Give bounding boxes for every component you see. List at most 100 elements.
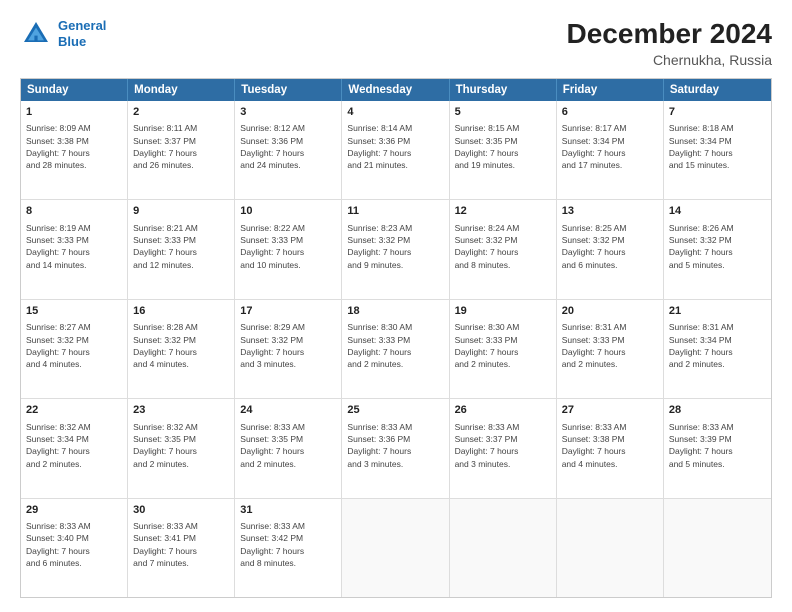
cal-day-29: 29 Sunrise: 8:33 AMSunset: 3:40 PMDayligh… (21, 499, 128, 597)
day-info: Sunrise: 8:31 AMSunset: 3:33 PMDaylight:… (562, 321, 658, 370)
day-info: Sunrise: 8:26 AMSunset: 3:32 PMDaylight:… (669, 222, 766, 271)
logo-line2: Blue (58, 34, 86, 49)
day-info: Sunrise: 8:29 AMSunset: 3:32 PMDaylight:… (240, 321, 336, 370)
cal-day-6: 6Sunrise: 8:17 AMSunset: 3:34 PMDaylight… (557, 101, 664, 199)
day-info: Sunrise: 8:32 AMSunset: 3:34 PMDaylight:… (26, 421, 122, 470)
day-info: Sunrise: 8:09 AMSunset: 3:38 PMDaylight:… (26, 122, 122, 171)
day-info: Sunrise: 8:24 AMSunset: 3:32 PMDaylight:… (455, 222, 551, 271)
day-info: Sunrise: 8:22 AMSunset: 3:33 PMDaylight:… (240, 222, 336, 271)
day-number: 27 (562, 403, 658, 418)
cal-day-5: 5 Sunrise: 8:15 AMSunset: 3:35 PMDaylight… (450, 101, 557, 199)
cal-week-4: 22 Sunrise: 8:32 AMSunset: 3:34 PMDayligh… (21, 399, 771, 498)
day-info: Sunrise: 8:33 AMSunset: 3:39 PMDaylight:… (669, 421, 766, 470)
day-info: Sunrise: 8:33 AMSunset: 3:38 PMDaylight:… (562, 421, 658, 470)
day-number: 11 (347, 204, 443, 219)
cal-day-1: 1Sunrise: 8:09 AMSunset: 3:38 PMDaylight… (21, 101, 128, 199)
day-info: Sunrise: 8:14 AMSunset: 3:36 PMDaylight:… (347, 122, 443, 171)
cal-day-empty (664, 499, 771, 597)
day-number: 15 (26, 304, 122, 319)
day-number: 12 (455, 204, 551, 219)
day-info: Sunrise: 8:11 AMSunset: 3:37 PMDaylight:… (133, 122, 229, 171)
day-number: 14 (669, 204, 766, 219)
day-number: 4 (347, 105, 443, 120)
day-info: Sunrise: 8:19 AMSunset: 3:33 PMDaylight:… (26, 222, 122, 271)
cal-day-3: 3 Sunrise: 8:12 AMSunset: 3:36 PMDaylight… (235, 101, 342, 199)
day-info: Sunrise: 8:33 AMSunset: 3:42 PMDaylight:… (240, 520, 336, 569)
cal-day-14: 14 Sunrise: 8:26 AMSunset: 3:32 PMDayligh… (664, 200, 771, 298)
day-number: 10 (240, 204, 336, 219)
cal-header-monday: Monday (128, 79, 235, 101)
cal-week-1: 1Sunrise: 8:09 AMSunset: 3:38 PMDaylight… (21, 101, 771, 200)
day-number: 30 (133, 503, 229, 518)
cal-day-12: 12 Sunrise: 8:24 AMSunset: 3:32 PMDayligh… (450, 200, 557, 298)
day-number: 18 (347, 304, 443, 319)
day-number: 5 (455, 105, 551, 120)
day-info: Sunrise: 8:27 AMSunset: 3:32 PMDaylight:… (26, 321, 122, 370)
logo: General Blue (20, 18, 106, 50)
logo-line1: General (58, 18, 106, 33)
cal-day-15: 15 Sunrise: 8:27 AMSunset: 3:32 PMDayligh… (21, 300, 128, 398)
day-info: Sunrise: 8:30 AMSunset: 3:33 PMDaylight:… (455, 321, 551, 370)
cal-day-22: 22 Sunrise: 8:32 AMSunset: 3:34 PMDayligh… (21, 399, 128, 497)
cal-week-3: 15 Sunrise: 8:27 AMSunset: 3:32 PMDayligh… (21, 300, 771, 399)
day-number: 17 (240, 304, 336, 319)
cal-day-23: 23 Sunrise: 8:32 AMSunset: 3:35 PMDayligh… (128, 399, 235, 497)
day-number: 29 (26, 503, 122, 518)
day-info: Sunrise: 8:32 AMSunset: 3:35 PMDaylight:… (133, 421, 229, 470)
day-number: 26 (455, 403, 551, 418)
cal-day-24: 24 Sunrise: 8:33 AMSunset: 3:35 PMDayligh… (235, 399, 342, 497)
day-info: Sunrise: 8:33 AMSunset: 3:37 PMDaylight:… (455, 421, 551, 470)
page: General Blue December 2024 Chernukha, Ru… (0, 0, 792, 612)
cal-header-saturday: Saturday (664, 79, 771, 101)
day-number: 23 (133, 403, 229, 418)
cal-day-7: 7Sunrise: 8:18 AMSunset: 3:34 PMDaylight… (664, 101, 771, 199)
calendar-body: 1Sunrise: 8:09 AMSunset: 3:38 PMDaylight… (21, 101, 771, 597)
day-info: Sunrise: 8:15 AMSunset: 3:35 PMDaylight:… (455, 122, 551, 171)
day-info: Sunrise: 8:28 AMSunset: 3:32 PMDaylight:… (133, 321, 229, 370)
cal-header-friday: Friday (557, 79, 664, 101)
day-number: 24 (240, 403, 336, 418)
cal-day-2: 2 Sunrise: 8:11 AMSunset: 3:37 PMDaylight… (128, 101, 235, 199)
day-number: 31 (240, 503, 336, 518)
day-info: Sunrise: 8:33 AMSunset: 3:35 PMDaylight:… (240, 421, 336, 470)
day-number: 2 (133, 105, 229, 120)
day-number: 3 (240, 105, 336, 120)
subtitle: Chernukha, Russia (567, 52, 772, 68)
cal-day-18: 18 Sunrise: 8:30 AMSunset: 3:33 PMDayligh… (342, 300, 449, 398)
day-number: 22 (26, 403, 122, 418)
cal-day-30: 30 Sunrise: 8:33 AMSunset: 3:41 PMDayligh… (128, 499, 235, 597)
calendar-header: SundayMondayTuesdayWednesdayThursdayFrid… (21, 79, 771, 101)
day-number: 19 (455, 304, 551, 319)
day-number: 25 (347, 403, 443, 418)
day-info: Sunrise: 8:33 AMSunset: 3:36 PMDaylight:… (347, 421, 443, 470)
logo-text: General Blue (58, 18, 106, 49)
day-info: Sunrise: 8:23 AMSunset: 3:32 PMDaylight:… (347, 222, 443, 271)
cal-day-11: 11 Sunrise: 8:23 AMSunset: 3:32 PMDayligh… (342, 200, 449, 298)
cal-day-28: 28 Sunrise: 8:33 AMSunset: 3:39 PMDayligh… (664, 399, 771, 497)
day-info: Sunrise: 8:25 AMSunset: 3:32 PMDaylight:… (562, 222, 658, 271)
cal-day-4: 4 Sunrise: 8:14 AMSunset: 3:36 PMDaylight… (342, 101, 449, 199)
cal-day-empty (557, 499, 664, 597)
cal-header-tuesday: Tuesday (235, 79, 342, 101)
cal-day-empty (342, 499, 449, 597)
day-info: Sunrise: 8:33 AMSunset: 3:40 PMDaylight:… (26, 520, 122, 569)
day-number: 16 (133, 304, 229, 319)
cal-day-25: 25 Sunrise: 8:33 AMSunset: 3:36 PMDayligh… (342, 399, 449, 497)
cal-header-wednesday: Wednesday (342, 79, 449, 101)
day-number: 21 (669, 304, 766, 319)
cal-day-10: 10 Sunrise: 8:22 AMSunset: 3:33 PMDayligh… (235, 200, 342, 298)
cal-day-31: 31 Sunrise: 8:33 AMSunset: 3:42 PMDayligh… (235, 499, 342, 597)
cal-day-9: 9Sunrise: 8:21 AMSunset: 3:33 PMDaylight… (128, 200, 235, 298)
cal-week-5: 29 Sunrise: 8:33 AMSunset: 3:40 PMDayligh… (21, 499, 771, 597)
cal-day-26: 26 Sunrise: 8:33 AMSunset: 3:37 PMDayligh… (450, 399, 557, 497)
day-number: 28 (669, 403, 766, 418)
day-info: Sunrise: 8:30 AMSunset: 3:33 PMDaylight:… (347, 321, 443, 370)
cal-week-2: 8Sunrise: 8:19 AMSunset: 3:33 PMDaylight… (21, 200, 771, 299)
logo-icon (20, 18, 52, 50)
day-number: 20 (562, 304, 658, 319)
main-title: December 2024 (567, 18, 772, 50)
day-number: 13 (562, 204, 658, 219)
day-info: Sunrise: 8:12 AMSunset: 3:36 PMDaylight:… (240, 122, 336, 171)
header: General Blue December 2024 Chernukha, Ru… (20, 18, 772, 68)
day-info: Sunrise: 8:33 AMSunset: 3:41 PMDaylight:… (133, 520, 229, 569)
